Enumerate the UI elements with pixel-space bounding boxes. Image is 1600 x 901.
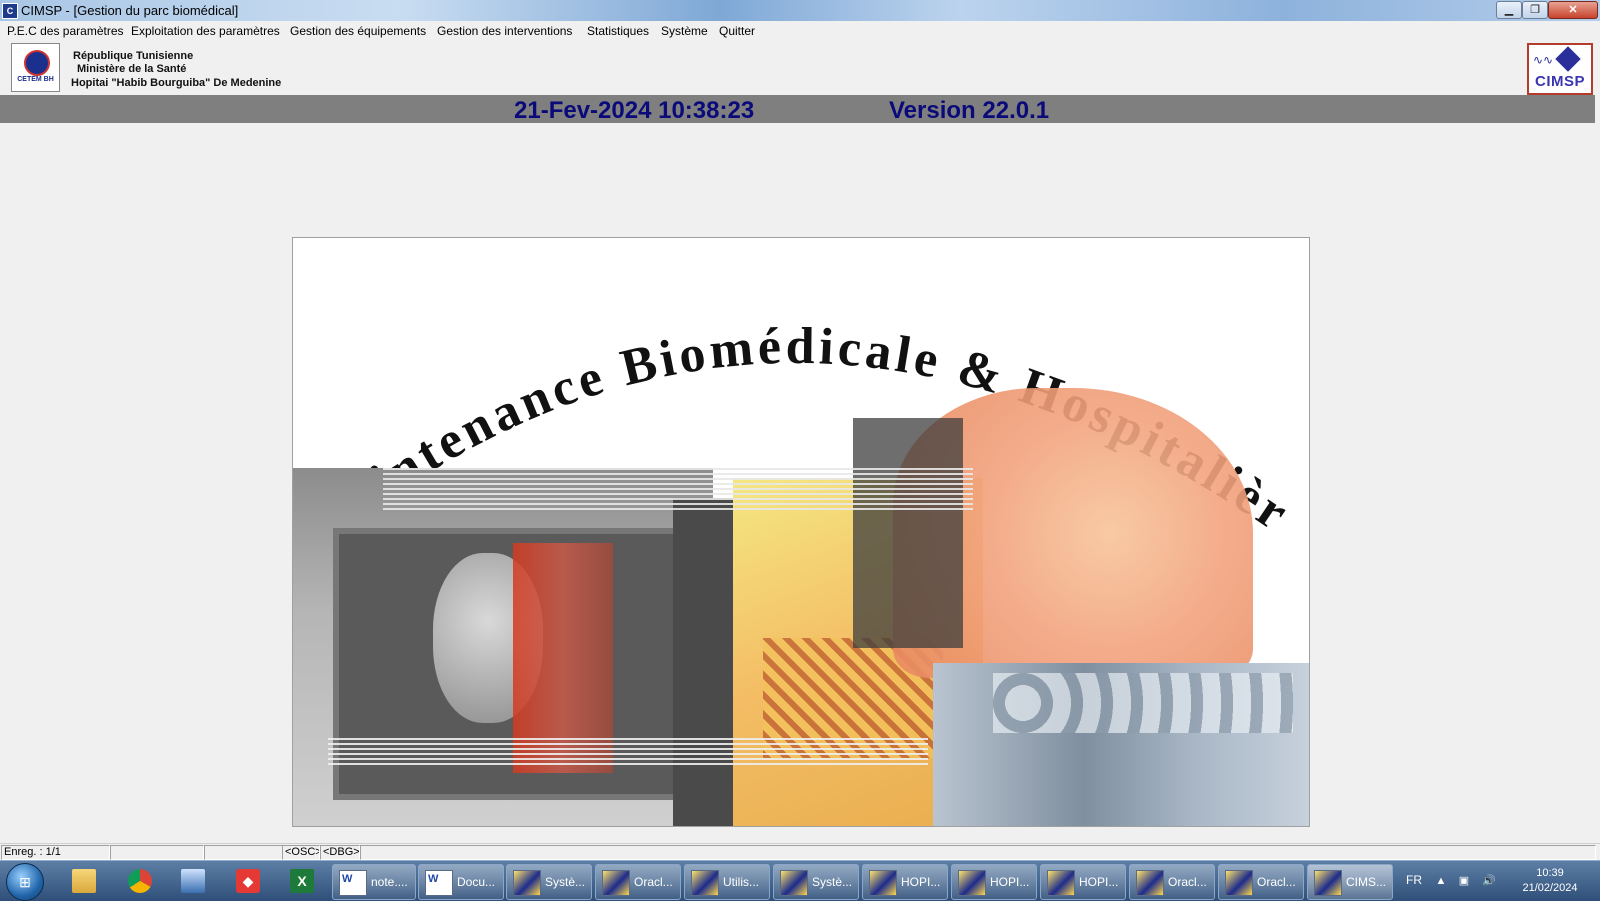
taskbar-item-label: Oracl...: [1168, 875, 1207, 889]
taskbar-item-7[interactable]: HOPI...: [862, 864, 948, 900]
taskbar-item-10[interactable]: Oracl...: [1129, 864, 1215, 900]
taskbar-item-label: Oracl...: [1257, 875, 1296, 889]
oracle-forms-icon: [1225, 870, 1253, 896]
menu-bar: P.E.C des paramètres Exploitation des pa…: [0, 21, 1600, 42]
diamond-icon: [1555, 46, 1581, 72]
oracle-forms-icon: [602, 870, 630, 896]
maximize-button[interactable]: ❐: [1522, 1, 1548, 19]
language-indicator[interactable]: FR: [1406, 873, 1422, 887]
current-datetime: 21-Fev-2024 10:38:23: [514, 97, 755, 124]
record-counter: Enreg. : 1/1: [1, 845, 110, 860]
cetem-logo: CETEM BH: [11, 43, 60, 92]
splash-image: Maintenance Biomédicale & Hospitalière: [292, 237, 1310, 827]
menu-statistiques[interactable]: Statistiques: [587, 24, 649, 38]
anydesk-icon: ◆: [236, 869, 260, 893]
osc-indicator: <OSC>: [282, 845, 320, 860]
taskbar-item-label: note....: [371, 875, 408, 889]
window-title: CIMSP - [Gestion du parc biomédical]: [21, 3, 239, 18]
show-hidden-icons-icon[interactable]: ▲: [1435, 875, 1447, 887]
clock-date: 21/02/2024: [1522, 882, 1578, 894]
taskbar-item-12-active[interactable]: CIMS...: [1307, 864, 1393, 900]
photo-surgeon-caps: [993, 673, 1293, 733]
oracle-forms-icon: [1136, 870, 1164, 896]
cimsp-logo-text: CIMSP: [1535, 73, 1586, 90]
taskbar-item-6[interactable]: Systè...: [773, 864, 859, 900]
chrome-icon: [128, 869, 152, 893]
cetem-logo-text: CETEM BH: [17, 76, 54, 83]
taskbar-item-label: HOPI...: [901, 875, 941, 889]
taskbar-item-label: Systè...: [545, 875, 586, 889]
minimize-button[interactable]: ▁: [1496, 1, 1522, 19]
taskbar-item-label: HOPI...: [1079, 875, 1119, 889]
taskbar-item-5[interactable]: Utilis...: [684, 864, 770, 900]
splash-photo-collage: [293, 378, 1309, 826]
taskbar-item-11[interactable]: Oracl...: [1218, 864, 1304, 900]
taskbar-item-1[interactable]: note....: [332, 864, 416, 900]
status-panel-2: [110, 845, 204, 860]
header-hopital: Hopitai "Habib Bourguiba" De Medenine: [71, 77, 282, 89]
start-button[interactable]: ⊞: [6, 863, 44, 901]
pinned-excel[interactable]: X: [282, 865, 322, 897]
seal-icon: [24, 50, 50, 76]
pinned-chrome[interactable]: [120, 865, 160, 897]
taskbar-item-9[interactable]: HOPI...: [1040, 864, 1126, 900]
menu-systeme[interactable]: Système: [661, 24, 708, 38]
oracle-forms-icon: [1314, 870, 1342, 896]
status-bar: Enreg. : 1/1 <OSC> <DBG>: [0, 843, 1600, 860]
folder-icon: [72, 869, 96, 893]
computer-icon: [181, 869, 205, 893]
photo-scan-lines-bottom: [328, 738, 928, 766]
taskbar-item-4[interactable]: Oracl...: [595, 864, 681, 900]
windows-logo-icon: ⊞: [19, 874, 31, 890]
cimsp-logo: ∿∿ CIMSP: [1527, 43, 1593, 95]
app-version: Version 22.0.1: [889, 97, 1050, 124]
window-title-bar[interactable]: C CIMSP - [Gestion du parc biomédical] ▁…: [0, 0, 1600, 22]
menu-gestion-equipements[interactable]: Gestion des équipements: [290, 24, 426, 38]
oracle-forms-icon: [691, 870, 719, 896]
taskbar-item-2[interactable]: Docu...: [418, 864, 504, 900]
menu-gestion-interventions[interactable]: Gestion des interventions: [437, 24, 572, 38]
oracle-forms-icon: [1047, 870, 1075, 896]
status-message: [360, 845, 1596, 860]
wave-icon: ∿∿: [1533, 53, 1554, 67]
oracle-forms-icon: [958, 870, 986, 896]
word-doc-icon: [425, 870, 453, 896]
photo-dark-area: [853, 418, 963, 648]
taskbar-item-3[interactable]: Systè...: [506, 864, 592, 900]
pinned-anydesk[interactable]: ◆: [228, 865, 268, 897]
taskbar-item-label: HOPI...: [990, 875, 1030, 889]
taskbar-item-label: Utilis...: [723, 875, 759, 889]
excel-icon: X: [290, 869, 314, 893]
clock-time: 10:39: [1536, 867, 1564, 879]
photo-scan-lines-top: [383, 468, 973, 513]
taskbar-item-label: Systè...: [812, 875, 853, 889]
photo-equipment-frame: [673, 498, 733, 826]
cimsp-app-icon[interactable]: C: [2, 3, 18, 19]
header-ministere: Ministère de la Santé: [77, 63, 187, 75]
menu-pec-parametres[interactable]: P.E.C des paramètres: [7, 24, 124, 38]
menu-quitter[interactable]: Quitter: [719, 24, 755, 38]
oracle-forms-icon: [780, 870, 808, 896]
institution-header: CETEM BH République Tunisienne Ministère…: [0, 41, 1600, 95]
volume-icon[interactable]: 🔊: [1482, 875, 1496, 887]
windows-taskbar: ⊞ ◆ X note.... Docu... Systè... Oracl...…: [0, 860, 1600, 901]
taskbar-item-label: Oracl...: [634, 875, 673, 889]
date-version-bar: 21-Fev-2024 10:38:23 Version 22.0.1: [0, 95, 1595, 124]
oracle-forms-icon: [869, 870, 897, 896]
system-clock[interactable]: 10:39 21/02/2024: [1508, 866, 1592, 896]
header-republique: République Tunisienne: [73, 50, 194, 62]
dbg-indicator: <DBG>: [320, 845, 360, 860]
network-icon[interactable]: ▣: [1458, 875, 1470, 887]
pinned-remote-desktop[interactable]: [173, 865, 213, 897]
word-doc-icon: [339, 870, 367, 896]
taskbar-item-label: CIMS...: [1346, 875, 1387, 889]
taskbar-item-label: Docu...: [457, 875, 496, 889]
taskbar-item-8[interactable]: HOPI...: [951, 864, 1037, 900]
oracle-forms-icon: [513, 870, 541, 896]
close-button[interactable]: ✕: [1548, 1, 1598, 19]
menu-exploitation-parametres[interactable]: Exploitation des paramètres: [131, 24, 280, 38]
pinned-file-explorer[interactable]: [64, 865, 104, 897]
status-panel-3: [204, 845, 283, 860]
